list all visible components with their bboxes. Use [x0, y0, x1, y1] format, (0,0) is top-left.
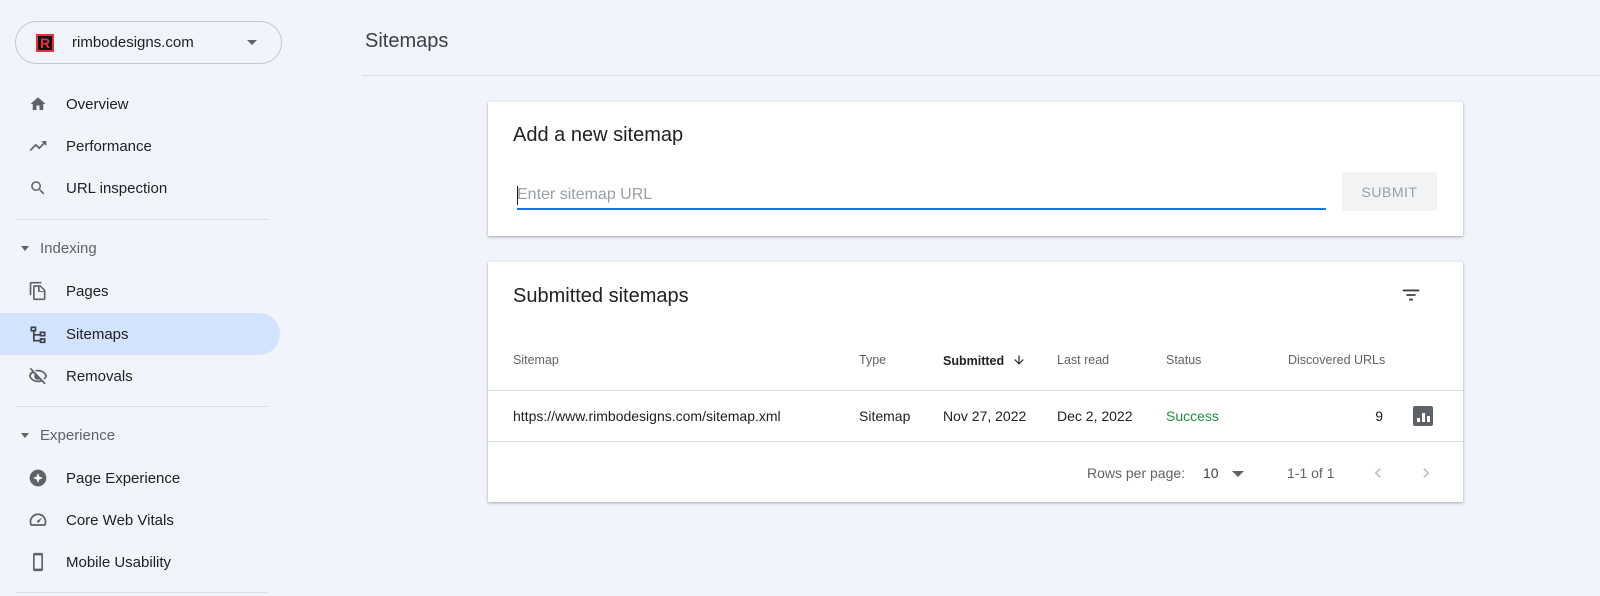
arrow-down-icon: [1012, 353, 1026, 370]
sidebar-item-label: URL inspection: [66, 179, 168, 197]
sidebar-item-mobile-usability[interactable]: Mobile Usability: [0, 541, 280, 583]
sidebar-item-label: Removals: [66, 367, 133, 385]
add-sitemap-title: Add a new sitemap: [513, 124, 684, 146]
cell-last-read: Dec 2, 2022: [1057, 408, 1133, 424]
chevron-right-icon[interactable]: [1414, 461, 1438, 485]
page-title: Sitemaps: [365, 30, 449, 52]
sidebar: R rimbodesigns.com Overview Performance …: [0, 0, 290, 596]
cell-discovered-urls: 9: [1375, 408, 1383, 424]
sitemap-icon: [28, 324, 48, 344]
submit-button[interactable]: SUBMIT: [1342, 172, 1437, 211]
table-divider: [488, 441, 1463, 442]
rows-per-page-select[interactable]: 10: [1203, 465, 1219, 481]
sidebar-item-label: Page Experience: [66, 469, 181, 487]
search-icon: [28, 178, 48, 198]
home-icon: [28, 94, 48, 114]
sidebar-divider: [15, 406, 268, 407]
rows-per-page-label: Rows per page:: [1087, 465, 1186, 481]
header-divider: [362, 75, 1600, 76]
sidebar-item-pages[interactable]: Pages: [0, 270, 280, 312]
sidebar-item-label: Sitemaps: [66, 325, 129, 343]
chevron-down-icon: [247, 40, 257, 45]
submitted-sitemaps-card: Submitted sitemaps Sitemap Type Submitte…: [488, 262, 1463, 502]
column-header-type[interactable]: Type: [859, 353, 886, 367]
sidebar-item-label: Performance: [66, 137, 152, 155]
sidebar-item-performance[interactable]: Performance: [0, 125, 280, 167]
section-experience[interactable]: Experience: [0, 417, 115, 453]
cell-submitted: Nov 27, 2022: [943, 408, 1027, 424]
sidebar-item-label: Core Web Vitals: [66, 511, 174, 529]
trending-up-icon: [28, 136, 48, 156]
visibility-off-icon: [28, 366, 48, 386]
column-header-status[interactable]: Status: [1166, 353, 1201, 367]
add-sitemap-card: Add a new sitemap SUBMIT: [488, 102, 1463, 236]
property-name: rimbodesigns.com: [72, 34, 194, 51]
text-cursor: [517, 186, 518, 205]
property-selector[interactable]: R rimbodesigns.com: [15, 21, 282, 64]
pagination-range: 1-1 of 1: [1287, 465, 1335, 481]
caret-down-icon: [21, 432, 29, 438]
column-header-sitemap[interactable]: Sitemap: [513, 353, 559, 367]
status-badge: Success: [1166, 408, 1219, 424]
sidebar-item-core-web-vitals[interactable]: Core Web Vitals: [0, 499, 280, 541]
sidebar-item-page-experience[interactable]: Page Experience: [0, 457, 280, 499]
filter-icon[interactable]: [1398, 282, 1424, 308]
sidebar-divider: [15, 219, 268, 220]
sidebar-item-label: Pages: [66, 282, 109, 300]
section-label: Experience: [40, 426, 116, 444]
sidebar-item-label: Mobile Usability: [66, 553, 172, 571]
column-header-discovered-urls[interactable]: Discovered URLs: [1288, 353, 1385, 367]
table-divider: [488, 390, 1463, 391]
smartphone-icon: [28, 552, 48, 572]
page-experience-icon: [28, 468, 48, 488]
submitted-sitemaps-title: Submitted sitemaps: [513, 285, 689, 307]
caret-down-icon: [21, 245, 29, 251]
chevron-left-icon[interactable]: [1366, 461, 1390, 485]
sidebar-item-overview[interactable]: Overview: [0, 83, 280, 125]
cell-type: Sitemap: [859, 408, 911, 424]
column-header-submitted[interactable]: Submitted: [943, 353, 1026, 370]
property-logo: R: [36, 33, 54, 52]
sidebar-item-removals[interactable]: Removals: [0, 355, 280, 397]
bar-chart-icon[interactable]: [1413, 406, 1433, 426]
chevron-down-icon[interactable]: [1232, 471, 1244, 477]
column-header-last-read[interactable]: Last read: [1057, 353, 1109, 367]
pages-icon: [28, 281, 48, 301]
sidebar-item-sitemaps[interactable]: Sitemaps: [0, 313, 280, 355]
sidebar-item-url-inspection[interactable]: URL inspection: [0, 167, 280, 209]
speedometer-icon: [28, 510, 48, 530]
sidebar-divider: [15, 592, 268, 593]
cell-sitemap: https://www.rimbodesigns.com/sitemap.xml: [513, 408, 781, 424]
section-label: Indexing: [40, 239, 97, 257]
section-indexing[interactable]: Indexing: [0, 230, 97, 266]
sitemap-url-input[interactable]: [517, 182, 1326, 210]
sidebar-item-label: Overview: [66, 95, 129, 113]
column-header-label: Submitted: [943, 354, 1005, 368]
